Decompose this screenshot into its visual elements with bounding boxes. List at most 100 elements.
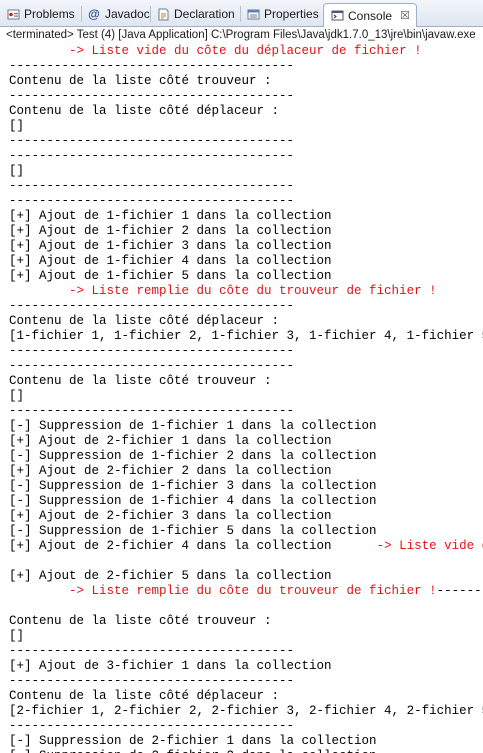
console-line: [+] Ajout de 3-fichier 1 dans la collect… — [9, 659, 332, 674]
console-text: [+] Ajout de 1-fichier 5 dans la collect… — [9, 269, 332, 283]
console-text: [+] Ajout de 2-fichier 1 dans la collect… — [9, 434, 332, 448]
console-text: [] — [9, 629, 25, 643]
console-text: [+] Ajout de 2-fichier 3 dans la collect… — [9, 509, 332, 523]
console-line: [-] Suppression de 1-fichier 2 dans la c… — [9, 449, 377, 464]
console-text: [+] Ajout de 1-fichier 2 dans la collect… — [9, 224, 332, 238]
console-line: [+] Ajout de 1-fichier 1 dans la collect… — [9, 209, 332, 224]
console-error-text: -> Liste remplie du côte du trouveur de … — [9, 284, 437, 298]
console-text: -------------------------------------- — [436, 584, 483, 598]
tab-console[interactable]: Console ☒ — [323, 3, 417, 27]
console-line: -------------------------------------- — [9, 149, 294, 164]
tab-separator — [81, 6, 82, 22]
console-line: [+] Ajout de 1-fichier 2 dans la collect… — [9, 224, 332, 239]
console-text: -------------------------------------- — [9, 359, 295, 373]
console-text: -------------------------------------- — [9, 344, 295, 358]
console-line: [+] Ajout de 2-fichier 2 dans la collect… — [9, 464, 332, 479]
console-line: [+] Ajout de 1-fichier 5 dans la collect… — [9, 269, 332, 284]
console-line: -------------------------------------- — [9, 344, 294, 359]
console-line: [+] Ajout de 1-fichier 4 dans la collect… — [9, 254, 332, 269]
console-line: [] — [9, 629, 24, 644]
console-line: -> Liste vide du côte du déplaceur de fi… — [9, 44, 422, 59]
tab-declaration-label: Declaration — [174, 7, 235, 21]
console-line: [] — [9, 389, 24, 404]
console-text: Contenu de la liste côté déplaceur : — [9, 689, 280, 703]
console-text: [+] Ajout de 3-fichier 1 dans la collect… — [9, 659, 332, 673]
console-text: [+] Ajout de 2-fichier 5 dans la collect… — [9, 569, 332, 583]
console-line: -------------------------------------- — [9, 89, 294, 104]
console-text: Contenu de la liste côté trouveur : — [9, 74, 272, 88]
console-error-text: -> Liste remplie du côte du trouveur de … — [9, 584, 437, 598]
console-line: [-] Suppression de 1-fichier 3 dans la c… — [9, 479, 377, 494]
tab-declaration[interactable]: Declaration — [156, 3, 235, 25]
tab-properties[interactable]: Properties — [246, 3, 319, 25]
console-line: [+] Ajout de 2-fichier 3 dans la collect… — [9, 509, 332, 524]
console-line: -------------------------------------- — [9, 359, 294, 374]
console-line: [+] Ajout de 2-fichier 5 dans la collect… — [9, 569, 332, 584]
console-line: [2-fichier 1, 2-fichier 2, 2-fichier 3, … — [9, 704, 483, 719]
console-line: Contenu de la liste côté trouveur : — [9, 614, 272, 629]
problems-icon — [6, 7, 20, 21]
console-text: -------------------------------------- — [9, 719, 295, 733]
console-line: -------------------------------------- — [9, 644, 294, 659]
console-line: -------------------------------------- — [9, 674, 294, 689]
console-text: -------------------------------------- — [9, 404, 295, 418]
console-line: Contenu de la liste côté déplaceur : — [9, 689, 279, 704]
console-text: [+] Ajout de 1-fichier 4 dans la collect… — [9, 254, 332, 268]
console-text: -------------------------------------- — [9, 644, 295, 658]
console-text: Contenu de la liste côté trouveur : — [9, 374, 272, 388]
console-text: -------------------------------------- — [9, 194, 295, 208]
console-text: [+] Ajout de 1-fichier 1 dans la collect… — [9, 209, 332, 223]
console-text: [+] Ajout de 2-fichier 4 dans la collect… — [9, 539, 377, 553]
tab-javadoc-label: Javadoc — [105, 7, 150, 21]
tab-javadoc[interactable]: @ Javadoc — [87, 3, 150, 25]
console-text: [1-fichier 1, 1-fichier 2, 1-fichier 3, … — [9, 329, 483, 343]
console-line: Contenu de la liste côté trouveur : — [9, 374, 272, 389]
console-text: -------------------------------------- — [9, 59, 295, 73]
console-error-text: -> Liste vide du côte du déplaceur de fi… — [376, 539, 483, 553]
console-text: -------------------------------------- — [9, 674, 295, 688]
console-line: -------------------------------------- — [9, 59, 294, 74]
console-line: -------------------------------------- — [9, 299, 294, 314]
console-line: [+] Ajout de 2-fichier 4 dans la collect… — [9, 539, 483, 554]
tab-separator — [150, 6, 151, 22]
console-text: Contenu de la liste côté trouveur : — [9, 614, 272, 628]
console-text: [] — [9, 164, 25, 178]
javadoc-icon: @ — [88, 7, 100, 21]
tab-console-label: Console — [348, 8, 393, 23]
console-line: [1-fichier 1, 1-fichier 2, 1-fichier 3, … — [9, 329, 483, 344]
console-text: [-] Suppression de 1-fichier 4 dans la c… — [9, 494, 377, 508]
console-text: [] — [9, 389, 25, 403]
console-text: [-] Suppression de 2-fichier 2 dans la c… — [9, 749, 377, 753]
console-error-text: -> Liste vide du côte du déplaceur de fi… — [9, 44, 422, 58]
console-text: [-] Suppression de 2-fichier 1 dans la c… — [9, 734, 377, 748]
console-line: -------------------------------------- — [9, 194, 294, 209]
tab-problems[interactable]: Problems — [6, 3, 75, 25]
console-line: -------------------------------------- — [9, 404, 294, 419]
console-text: -------------------------------------- — [9, 299, 295, 313]
view-tab-bar: Problems @ Javadoc Declaration Propertie… — [0, 0, 483, 27]
console-text: [+] Ajout de 2-fichier 2 dans la collect… — [9, 464, 332, 478]
console-line: Contenu de la liste côté déplaceur : — [9, 104, 279, 119]
console-line: Contenu de la liste côté trouveur : — [9, 74, 272, 89]
console-text: [] — [9, 119, 25, 133]
console-text: [2-fichier 1, 2-fichier 2, 2-fichier 3, … — [9, 704, 483, 718]
console-line: -------------------------------------- — [9, 134, 294, 149]
console-text: [-] Suppression de 1-fichier 1 dans la c… — [9, 419, 377, 433]
close-icon[interactable]: ☒ — [400, 9, 410, 22]
declaration-icon — [156, 7, 170, 21]
console-line: -------------------------------------- — [9, 719, 294, 734]
console-text: -------------------------------------- — [9, 179, 295, 193]
console-output[interactable]: -> Liste vide du côte du déplaceur de fi… — [0, 43, 483, 753]
console-line: [] — [9, 119, 24, 134]
console-line: -> Liste remplie du côte du trouveur de … — [9, 284, 437, 299]
console-line: [+] Ajout de 2-fichier 1 dans la collect… — [9, 434, 332, 449]
console-status-line: <terminated> Test (4) [Java Application]… — [0, 27, 483, 43]
console-text: [+] Ajout de 1-fichier 3 dans la collect… — [9, 239, 332, 253]
console-line: [-] Suppression de 1-fichier 5 dans la c… — [9, 524, 377, 539]
console-text: -------------------------------------- — [9, 134, 295, 148]
tab-separator — [240, 6, 241, 22]
tab-properties-label: Properties — [264, 7, 319, 21]
console-text: [-] Suppression de 1-fichier 5 dans la c… — [9, 524, 377, 538]
console-line: [-] Suppression de 1-fichier 1 dans la c… — [9, 419, 377, 434]
console-line: [-] Suppression de 2-fichier 1 dans la c… — [9, 734, 377, 749]
